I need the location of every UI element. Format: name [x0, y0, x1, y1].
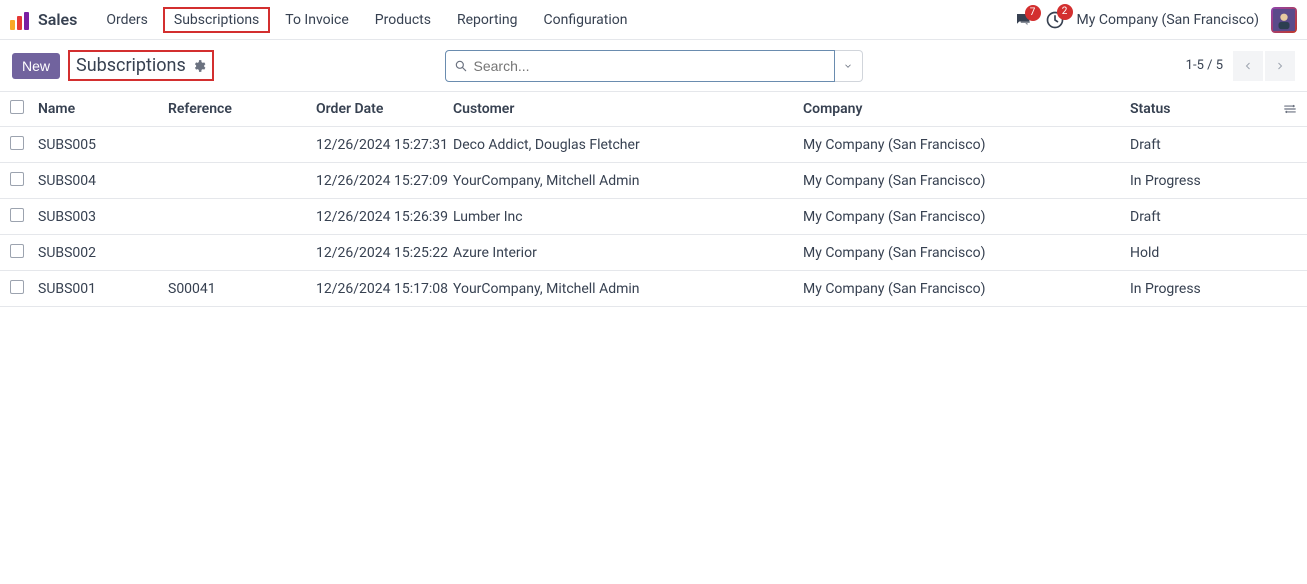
search-input[interactable] [474, 58, 826, 74]
table-header: Name Reference Order Date Customer Compa… [0, 91, 1307, 127]
menu-orders[interactable]: Orders [95, 7, 159, 33]
control-bar: New Subscriptions 1-5 / 5 [0, 40, 1307, 91]
cell-date: 12/26/2024 15:27:09 [316, 173, 453, 189]
cell-customer: Deco Addict, Douglas Fletcher [453, 137, 803, 153]
table-row[interactable]: SUBS001 S00041 12/26/2024 15:17:08 YourC… [0, 271, 1307, 307]
cell-company: My Company (San Francisco) [803, 173, 1130, 189]
cell-name: SUBS003 [38, 209, 168, 225]
cell-name: SUBS004 [38, 173, 168, 189]
search-icon [454, 59, 468, 73]
search-options-toggle[interactable] [835, 50, 863, 82]
cell-status: In Progress [1130, 281, 1260, 297]
cell-company: My Company (San Francisco) [803, 281, 1130, 297]
pager-next[interactable] [1265, 51, 1295, 81]
row-checkbox[interactable] [10, 244, 24, 258]
cell-name: SUBS001 [38, 281, 168, 297]
col-status[interactable]: Status [1130, 101, 1260, 117]
cell-date: 12/26/2024 15:27:31 [316, 137, 453, 153]
cell-company: My Company (San Francisco) [803, 209, 1130, 225]
row-checkbox[interactable] [10, 136, 24, 150]
cell-date: 12/26/2024 15:17:08 [316, 281, 453, 297]
cell-status: Draft [1130, 209, 1260, 225]
col-company[interactable]: Company [803, 101, 1130, 117]
menu-subscriptions[interactable]: Subscriptions [163, 7, 270, 33]
pager-text: 1-5 / 5 [1186, 58, 1223, 73]
cell-customer: Azure Interior [453, 245, 803, 261]
top-nav: Sales Orders Subscriptions To Invoice Pr… [0, 0, 1307, 40]
row-checkbox[interactable] [10, 172, 24, 186]
breadcrumb-title: Subscriptions [76, 55, 186, 76]
company-selector[interactable]: My Company (San Francisco) [1077, 12, 1259, 28]
activities-icon[interactable]: 2 [1045, 10, 1065, 30]
app-title[interactable]: Sales [38, 10, 77, 29]
adjust-columns-icon[interactable] [1283, 102, 1297, 116]
cell-status: Draft [1130, 137, 1260, 153]
cell-reference: S00041 [168, 281, 316, 297]
subscription-table: Name Reference Order Date Customer Compa… [0, 91, 1307, 307]
main-menu: Orders Subscriptions To Invoice Products… [95, 7, 638, 33]
cell-name: SUBS005 [38, 137, 168, 153]
search-box[interactable] [445, 50, 835, 82]
menu-reporting[interactable]: Reporting [446, 7, 529, 33]
cell-customer: YourCompany, Mitchell Admin [453, 281, 803, 297]
col-customer[interactable]: Customer [453, 101, 803, 117]
activities-badge: 2 [1057, 4, 1073, 20]
new-button[interactable]: New [12, 53, 60, 79]
select-all-checkbox[interactable] [10, 100, 24, 114]
col-reference[interactable]: Reference [168, 101, 316, 117]
cell-date: 12/26/2024 15:26:39 [316, 209, 453, 225]
user-avatar[interactable] [1271, 7, 1297, 33]
cell-customer: Lumber Inc [453, 209, 803, 225]
pager-prev[interactable] [1233, 51, 1263, 81]
top-right-tray: 7 2 My Company (San Francisco) [1013, 7, 1297, 33]
gear-icon[interactable] [192, 59, 206, 73]
table-row[interactable]: SUBS003 12/26/2024 15:26:39 Lumber Inc M… [0, 199, 1307, 235]
cell-name: SUBS002 [38, 245, 168, 261]
cell-date: 12/26/2024 15:25:22 [316, 245, 453, 261]
menu-to-invoice[interactable]: To Invoice [274, 7, 360, 33]
cell-status: Hold [1130, 245, 1260, 261]
breadcrumb: Subscriptions [68, 50, 214, 81]
row-checkbox[interactable] [10, 280, 24, 294]
col-name[interactable]: Name [38, 101, 168, 117]
col-order-date[interactable]: Order Date [316, 101, 453, 117]
table-row[interactable]: SUBS004 12/26/2024 15:27:09 YourCompany,… [0, 163, 1307, 199]
menu-products[interactable]: Products [364, 7, 442, 33]
cell-customer: YourCompany, Mitchell Admin [453, 173, 803, 189]
messages-badge: 7 [1025, 5, 1041, 21]
search-bar [445, 50, 863, 82]
row-checkbox[interactable] [10, 208, 24, 222]
table-row[interactable]: SUBS005 12/26/2024 15:27:31 Deco Addict,… [0, 127, 1307, 163]
table-row[interactable]: SUBS002 12/26/2024 15:25:22 Azure Interi… [0, 235, 1307, 271]
cell-company: My Company (San Francisco) [803, 137, 1130, 153]
cell-company: My Company (San Francisco) [803, 245, 1130, 261]
menu-configuration[interactable]: Configuration [533, 7, 639, 33]
pager: 1-5 / 5 [1186, 51, 1295, 81]
cell-status: In Progress [1130, 173, 1260, 189]
messages-icon[interactable]: 7 [1013, 11, 1033, 29]
app-logo[interactable] [10, 10, 30, 30]
